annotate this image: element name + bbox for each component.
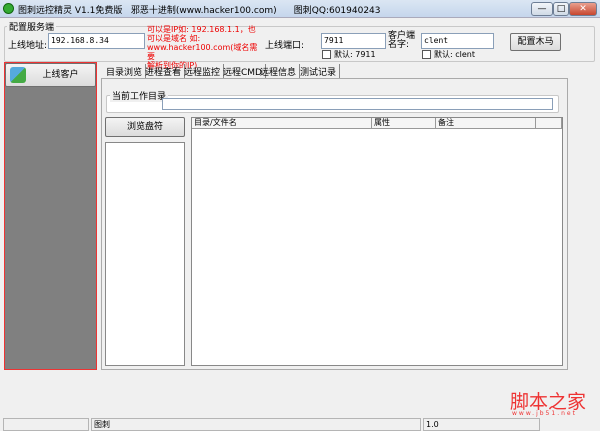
port-default-label: 默认: 7911 xyxy=(334,50,376,59)
tab-directory-browse[interactable]: 目录浏览 xyxy=(103,64,147,78)
title-bar: 图刺远控精灵 V1.1免费版 邪恶十进制(www.hacker100.com) … xyxy=(0,0,600,18)
sidebar-item-online-clients[interactable]: 上线客户 xyxy=(5,63,96,87)
status-pane-version: 1.0 xyxy=(423,418,540,431)
port-input[interactable]: 7911 xyxy=(321,33,386,49)
configure-trojan-button[interactable]: 配置木马 xyxy=(510,33,561,51)
maximize-button[interactable]: □ xyxy=(553,2,569,16)
window-title: 图刺远控精灵 V1.1免费版 邪恶十进制(www.hacker100.com) … xyxy=(18,6,381,16)
close-button[interactable]: ✕ xyxy=(569,2,597,16)
port-default-checkbox[interactable] xyxy=(322,50,331,59)
status-pane-2: 图刺 xyxy=(91,418,421,431)
address-input[interactable]: 192.168.8.34 xyxy=(48,33,145,49)
config-group-label: 配置服务端 xyxy=(7,20,57,33)
file-table[interactable] xyxy=(191,117,563,366)
client-name-label: 客户端 名字: xyxy=(388,31,416,50)
client-default-label: 默认: clent xyxy=(434,50,475,59)
address-label: 上线地址: xyxy=(8,41,48,51)
column-header-remark[interactable]: 备注 xyxy=(436,118,536,129)
drive-list[interactable] xyxy=(105,142,185,366)
tab-test-log[interactable]: 测试记录 xyxy=(297,64,341,78)
watermark-url: www.jb51.net xyxy=(512,410,577,417)
tab-remote-info[interactable]: 远程信息 xyxy=(257,64,301,78)
column-header-name[interactable]: 目录/文件名 xyxy=(192,118,372,129)
browse-drives-button[interactable]: 浏览盘符 xyxy=(105,117,185,137)
tab-remote-monitor[interactable]: 远程监控 xyxy=(181,64,225,78)
column-header-extra[interactable] xyxy=(536,118,562,129)
app-icon xyxy=(3,3,14,14)
cwd-label: 当前工作目录 xyxy=(110,89,169,102)
sidebar: 上线客户 xyxy=(4,62,97,370)
cwd-input[interactable] xyxy=(162,98,553,110)
client-name-input[interactable]: clent xyxy=(421,33,494,49)
computer-icon xyxy=(10,67,26,83)
sidebar-item-label: 上线客户 xyxy=(42,70,79,80)
client-default-checkbox[interactable] xyxy=(422,50,431,59)
tab-process-view[interactable]: 进程查看 xyxy=(142,64,186,78)
minimize-button[interactable]: — xyxy=(531,2,553,16)
port-label: 上线端口: xyxy=(265,41,305,51)
status-pane-1 xyxy=(3,418,89,431)
column-header-attribute[interactable]: 属性 xyxy=(372,118,436,129)
